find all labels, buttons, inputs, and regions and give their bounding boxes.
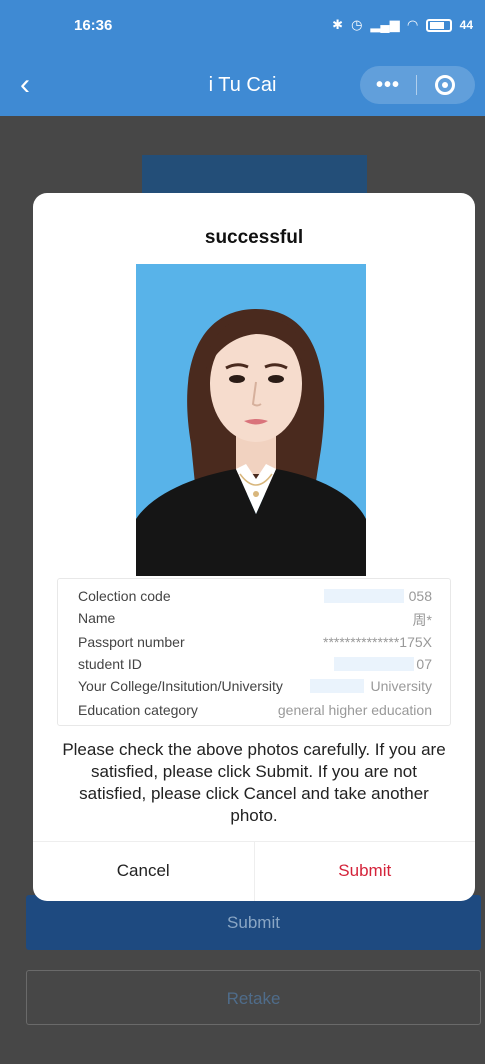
info-row-student-id: student ID 07 — [58, 653, 452, 675]
status-bar: 16:36 ✱ ◷ ▂▄▆ ◠ 44 — [0, 0, 485, 56]
status-time: 16:36 — [74, 17, 113, 34]
battery-icon — [425, 18, 452, 32]
info-value: 周* — [412, 612, 432, 628]
battery-percent: 44 — [459, 18, 473, 32]
redaction-mask — [310, 679, 364, 693]
info-value: 07 — [416, 656, 432, 672]
dialog-buttons: Cancel Submit — [33, 841, 475, 901]
mini-program-capsule: ••• — [360, 66, 475, 104]
info-value: University — [370, 678, 432, 694]
info-row-passport: Passport number **************175X — [58, 631, 452, 653]
submit-button[interactable]: Submit — [255, 842, 476, 901]
info-label: Name — [78, 610, 116, 626]
id-photo — [136, 264, 366, 576]
info-row-education-category: Education category general higher educat… — [58, 699, 452, 721]
cancel-button[interactable]: Cancel — [33, 842, 255, 901]
navigation-bar: ‹ i Tu Cai ••• — [0, 56, 485, 116]
dialog-title: successful — [204, 227, 304, 248]
info-label: Passport number — [78, 634, 185, 650]
bluetooth-icon: ✱ — [332, 17, 344, 32]
info-value: **************175X — [323, 634, 432, 650]
info-label: Your College/Insitution/University — [78, 678, 283, 694]
alarm-icon: ◷ — [351, 17, 363, 32]
info-value: 058 — [408, 588, 432, 604]
more-button[interactable]: ••• — [360, 74, 416, 97]
target-icon — [435, 75, 455, 95]
status-icons: ✱ ◷ ▂▄▆ ◠ 44 — [332, 17, 473, 33]
background-photo-frame — [142, 155, 367, 195]
info-row-university: Your College/Insitution/University Unive… — [58, 675, 452, 697]
info-label: student ID — [78, 656, 142, 672]
close-button[interactable] — [417, 75, 473, 95]
info-row-name: Name 周* — [58, 607, 452, 629]
dialog-message: Please check the above photos carefully.… — [62, 740, 446, 825]
portrait-image — [136, 264, 366, 576]
info-table: Colection code 058 Name 周* Passport numb… — [57, 578, 451, 726]
page-retake-button[interactable]: Retake — [26, 970, 481, 1025]
info-label: Education category — [78, 702, 198, 718]
redaction-mask — [334, 657, 414, 671]
redaction-mask — [324, 589, 404, 603]
confirmation-dialog: successful Colection code 058 Name 周* Pa… — [33, 193, 475, 901]
info-row-collection-code: Colection code 058 — [58, 585, 452, 607]
info-label: Colection code — [78, 588, 171, 604]
page-submit-button[interactable]: Submit — [26, 895, 481, 950]
info-value: general higher education — [277, 702, 432, 718]
wifi-icon: ◠ — [407, 17, 418, 32]
signal-icon: ▂▄▆ — [370, 17, 400, 32]
